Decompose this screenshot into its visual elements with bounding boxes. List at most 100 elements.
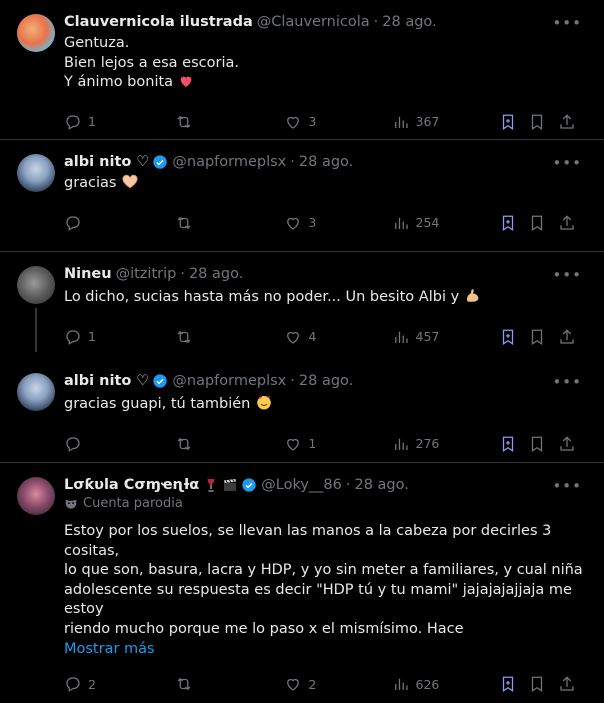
like-count: 3	[308, 215, 317, 230]
timestamp[interactable]: 28 ago.	[382, 12, 436, 32]
like-count: 2	[308, 676, 317, 692]
like-icon	[287, 331, 300, 344]
grok-button[interactable]	[499, 113, 529, 131]
reply-button[interactable]: 1	[64, 328, 175, 346]
grok-button[interactable]	[499, 675, 529, 693]
wine-glass-emoji-icon	[207, 479, 215, 492]
retweet-button[interactable]	[175, 113, 284, 131]
flexed-biceps-emoji-icon	[466, 289, 479, 302]
tweet-albi-2[interactable]: albi nito ♡ @napformeplsx · 28 ago. ••• …	[0, 359, 604, 463]
share-button[interactable]	[558, 113, 588, 131]
handle[interactable]: @napformeplsx	[172, 371, 286, 391]
timestamp[interactable]: 28 ago.	[189, 264, 243, 284]
retweet-icon	[177, 216, 191, 229]
reply-icon	[66, 329, 80, 345]
separator-dot: ·	[290, 154, 295, 170]
like-count: 3	[308, 114, 317, 129]
bookmark-button[interactable]	[528, 435, 558, 453]
action-bar: 2 2 626	[64, 665, 588, 703]
retweet-button[interactable]	[175, 214, 284, 232]
like-count: 1	[308, 436, 317, 451]
avatar[interactable]	[17, 373, 55, 411]
thread-line	[35, 308, 37, 352]
reply-button[interactable]: 2	[64, 675, 175, 693]
views-icon	[394, 331, 408, 343]
avatar[interactable]	[17, 14, 55, 52]
smiling-face-with-hearts-emoji-icon	[257, 396, 271, 410]
tweet-nineu[interactable]: Nineu @itzitrip · 28 ago. ••• Lo dicho, …	[0, 252, 604, 359]
like-button[interactable]: 2	[284, 675, 391, 693]
action-bar: 1 3 367	[64, 103, 588, 141]
like-icon	[287, 217, 300, 230]
more-icon[interactable]: •••	[552, 154, 582, 172]
tweet-albi-1[interactable]: albi nito ♡ @napformeplsx · 28 ago. ••• …	[0, 140, 604, 252]
retweet-button[interactable]	[175, 435, 284, 453]
retweet-button[interactable]	[175, 328, 284, 346]
timestamp[interactable]: 28 ago.	[354, 475, 408, 495]
avatar[interactable]	[17, 266, 55, 304]
more-icon[interactable]: •••	[552, 477, 582, 495]
reply-button[interactable]	[64, 214, 175, 232]
views-count: 457	[415, 329, 440, 344]
like-button[interactable]: 1	[284, 435, 391, 453]
handle[interactable]: @napformeplsx	[172, 152, 286, 172]
avatar[interactable]	[17, 477, 55, 515]
bookmark-button[interactable]	[528, 328, 558, 346]
display-name[interactable]: Lσƙυla Cσɱҽɳƚα	[64, 475, 199, 495]
views-count: 626	[415, 676, 440, 692]
reply-button[interactable]	[64, 435, 175, 453]
avatar[interactable]	[17, 154, 55, 192]
verified-badge-icon	[153, 374, 168, 388]
show-more-link[interactable]: Mostrar más	[64, 639, 588, 659]
more-icon[interactable]: •••	[552, 373, 582, 391]
views-icon	[394, 116, 408, 128]
display-name[interactable]: albi nito ♡	[64, 371, 149, 391]
share-button[interactable]	[558, 328, 588, 346]
views-button[interactable]: 626	[392, 675, 499, 693]
bookmark-button[interactable]	[528, 675, 558, 693]
retweet-button[interactable]	[175, 675, 284, 693]
reply-icon	[66, 436, 80, 452]
more-icon[interactable]: •••	[552, 266, 582, 284]
grok-button[interactable]	[499, 214, 529, 232]
text-line: Bien lejos a esa escoria.	[64, 54, 239, 71]
display-name[interactable]: albi nito ♡	[64, 152, 149, 172]
bookmark-button[interactable]	[528, 214, 558, 232]
bookmark-button[interactable]	[528, 113, 558, 131]
separator-dot: ·	[345, 477, 351, 493]
timestamp[interactable]: 28 ago.	[299, 152, 353, 172]
handle[interactable]: @itzitrip	[116, 264, 177, 284]
reply-button[interactable]: 1	[64, 113, 175, 131]
share-icon	[560, 435, 574, 451]
views-button[interactable]: 457	[392, 328, 499, 346]
like-button[interactable]: 3	[284, 214, 391, 232]
share-button[interactable]	[558, 214, 588, 232]
like-button[interactable]: 3	[284, 113, 391, 131]
handle[interactable]: @Loky__86	[261, 475, 342, 495]
display-name[interactable]: Clauvernicola ilustrada	[64, 12, 253, 32]
views-button[interactable]: 367	[392, 113, 499, 131]
views-icon	[394, 438, 408, 450]
tweet-lokula[interactable]: Lσƙυla Cσɱҽɳƚα @Loky__86 · 28 ago. ••• C…	[0, 463, 604, 692]
timestamp[interactable]: 28 ago.	[299, 371, 353, 391]
grok-button[interactable]	[499, 328, 529, 346]
share-button[interactable]	[558, 675, 588, 693]
handle[interactable]: @Clauvernicola	[257, 12, 370, 32]
text-line: adolescente su respuesta es decir "HDP t…	[64, 581, 572, 618]
retweet-icon	[177, 437, 191, 450]
share-button[interactable]	[558, 435, 588, 453]
text-line: Lo dicho, sucias hasta más no poder... U…	[64, 289, 460, 305]
tweet-clauvernicola[interactable]: Clauvernicola ilustrada @Clauvernicola ·…	[0, 0, 604, 140]
more-icon[interactable]: •••	[552, 14, 582, 32]
grok-button[interactable]	[499, 435, 529, 453]
retweet-icon	[177, 330, 191, 343]
bookmark-icon	[532, 114, 543, 130]
views-icon	[394, 678, 408, 690]
display-name[interactable]: Nineu	[64, 264, 112, 284]
reply-icon	[66, 677, 80, 692]
like-button[interactable]: 4	[284, 328, 391, 346]
retweet-icon	[177, 115, 191, 128]
views-button[interactable]: 276	[392, 435, 499, 453]
views-button[interactable]: 254	[392, 214, 499, 232]
tweet-text: Estoy por los suelos, se llevan las mano…	[64, 522, 588, 639]
